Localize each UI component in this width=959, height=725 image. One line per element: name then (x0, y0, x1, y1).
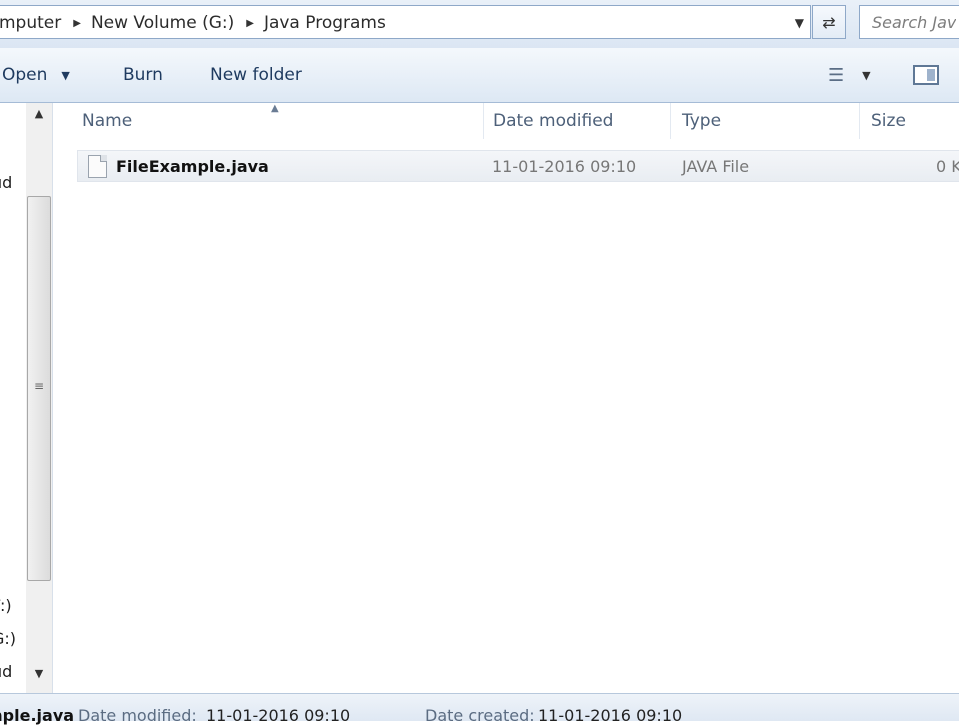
refresh-icon: ⇄ (822, 12, 836, 32)
scroll-up-icon[interactable]: ▲ (26, 107, 52, 129)
nav-item-drive-g[interactable]: G:) (0, 629, 16, 648)
search-box[interactable] (859, 5, 959, 39)
details-view-icon: ☰ (828, 64, 845, 86)
details-pane: mple.java Date modified: 11-01-2016 09:1… (0, 693, 959, 725)
nav-item-drive-f[interactable]: F:) (0, 596, 12, 615)
nav-item-cloud-2[interactable]: ud (0, 662, 12, 681)
column-header-size[interactable]: Size (871, 103, 906, 139)
open-label: Open (2, 65, 48, 85)
breadcrumb-computer[interactable]: mputer (0, 13, 67, 33)
new-folder-button[interactable]: New folder (210, 48, 302, 102)
details-date-modified-value: 11-01-2016 09:10 (206, 706, 351, 725)
navigation-pane: ud F:) G:) ud ▲ ≡ ▼ (0, 103, 53, 693)
file-type: JAVA File (682, 156, 750, 176)
burn-button[interactable]: Burn (123, 48, 163, 102)
chevron-down-icon[interactable]: ▼ (795, 16, 804, 30)
column-divider[interactable] (483, 103, 484, 139)
column-divider[interactable] (670, 103, 671, 139)
refresh-button[interactable]: ⇄ (812, 5, 846, 39)
details-date-created-value: 11-01-2016 09:10 (538, 706, 683, 725)
chevron-down-icon: ▼ (862, 68, 871, 82)
sort-ascending-icon: ▲ (271, 103, 279, 114)
file-date-modified: 11-01-2016 09:10 (492, 156, 637, 176)
file-row[interactable]: FileExample.java 11-01-2016 09:10 JAVA F… (77, 150, 959, 182)
address-bar[interactable]: mputer ▶ New Volume (G:) ▶ Java Programs… (0, 5, 811, 39)
search-input[interactable] (860, 6, 959, 38)
column-header-label: Type (682, 111, 722, 131)
breadcrumb-java-programs[interactable]: Java Programs (260, 13, 392, 33)
column-header-type[interactable]: Type (682, 103, 721, 139)
column-header-label: Name (82, 111, 133, 131)
command-bar: Open ▼ Burn New folder ☰ ▼ (0, 48, 959, 103)
details-file-name: mple.java (0, 706, 75, 725)
address-row: mputer ▶ New Volume (G:) ▶ Java Programs… (0, 0, 959, 48)
breadcrumb-separator-icon[interactable]: ▶ (240, 18, 260, 29)
open-button[interactable]: Open ▼ (2, 48, 70, 102)
column-header-label: Size (871, 111, 906, 131)
java-file-icon (88, 155, 107, 178)
chevron-down-icon: ▼ (61, 68, 70, 82)
grip-icon: ≡ (34, 379, 45, 393)
column-header-date-modified[interactable]: Date modified (493, 103, 613, 139)
scroll-down-icon[interactable]: ▼ (26, 667, 52, 689)
nav-item-cloud[interactable]: ud (0, 173, 12, 192)
file-list: ▲ Name Date modified Type Size FileExamp… (53, 103, 959, 693)
new-folder-label: New folder (210, 65, 302, 85)
breadcrumb: mputer ▶ New Volume (G:) ▶ Java Programs (0, 6, 392, 40)
column-divider[interactable] (859, 103, 860, 139)
breadcrumb-new-volume[interactable]: New Volume (G:) (87, 13, 240, 33)
file-size: 0 K (936, 156, 959, 176)
details-date-created-label: Date created: (425, 706, 535, 725)
details-date-modified-label: Date modified: (78, 706, 197, 725)
breadcrumb-separator-icon[interactable]: ▶ (67, 18, 87, 29)
column-header-name[interactable]: Name (82, 103, 132, 139)
file-name: FileExample.java (116, 156, 269, 176)
preview-pane-button[interactable] (913, 48, 939, 102)
nav-scrollbar[interactable]: ▲ ≡ ▼ (26, 103, 52, 693)
change-view-button[interactable]: ☰ ▼ (828, 48, 871, 102)
burn-label: Burn (123, 65, 163, 85)
preview-pane-icon (913, 65, 939, 85)
scrollbar-thumb[interactable]: ≡ (27, 196, 51, 581)
column-header-label: Date modified (493, 111, 614, 131)
